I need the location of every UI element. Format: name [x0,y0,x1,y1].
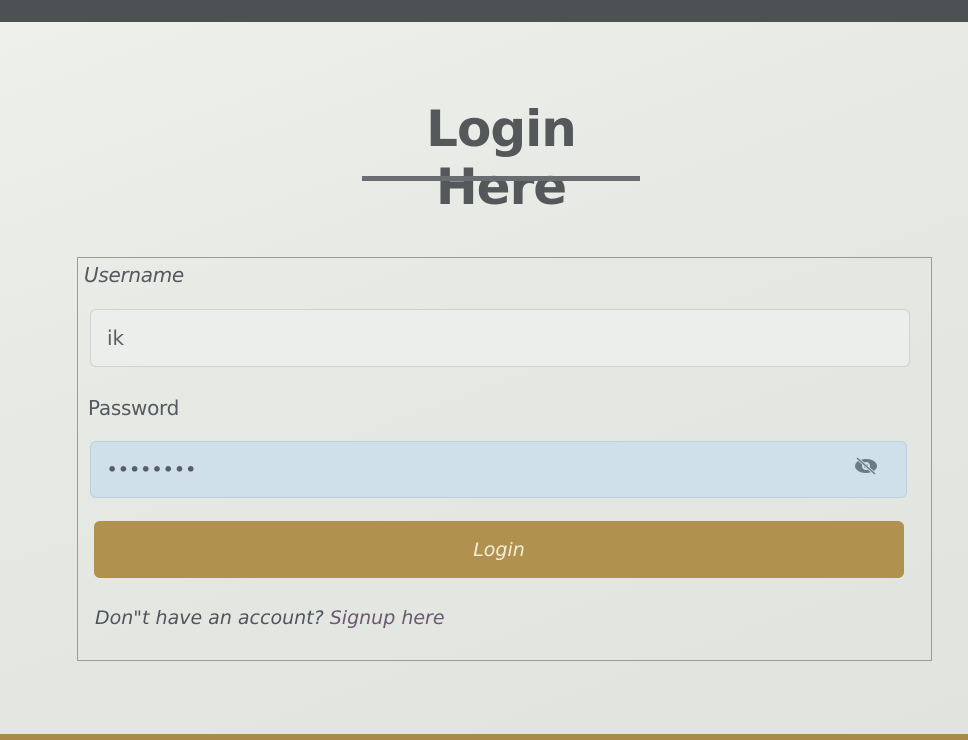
username-value: ik [107,326,125,350]
password-input[interactable]: •••••••• [90,441,907,498]
password-value: •••••••• [107,460,197,479]
eye-slash-icon[interactable] [851,453,881,479]
username-label: Username [84,263,184,287]
password-label: Password [88,396,180,420]
login-button[interactable]: Login [94,521,904,578]
title-underline [362,176,640,181]
bottom-accent-strip [0,734,968,740]
username-input[interactable]: ik [90,309,910,367]
signup-prompt-text: Don"t have an account? [95,607,324,629]
window-top-bar [0,0,968,22]
signup-prompt-line: Don"t have an account? Signup here [95,607,445,629]
signup-link[interactable]: Signup here [330,607,445,629]
page-title: Login Here [426,100,577,216]
